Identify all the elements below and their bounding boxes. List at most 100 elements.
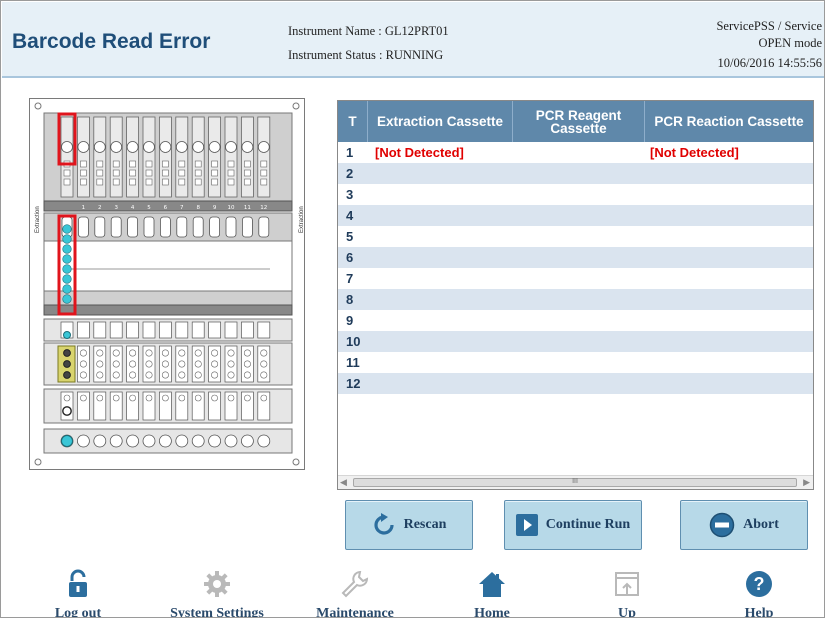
continue-run-button[interactable]: Continue Run [504, 500, 642, 550]
cell-t: 12 [346, 376, 361, 391]
nav-home-label: Home [474, 606, 510, 618]
nav-maintenance[interactable]: Maintenance [295, 559, 415, 617]
tip-hole [244, 169, 251, 177]
cassette-table[interactable]: T Extraction Cassette PCR Reagent Casset… [337, 100, 814, 490]
cell-reaction [650, 205, 810, 226]
cell-extraction [375, 163, 510, 184]
tip-hole [145, 160, 153, 168]
scroll-right-arrow-icon[interactable]: ▶ [803, 477, 810, 488]
cell-t: 2 [346, 166, 354, 181]
sample-tube [62, 274, 72, 284]
table-row[interactable]: 3 [338, 184, 813, 205]
reaction-ring [62, 406, 72, 416]
extraction-well [192, 216, 204, 238]
reaction-cap [208, 434, 222, 448]
table-row[interactable]: 5 [338, 226, 813, 247]
tip-hole [260, 160, 268, 168]
table-header: T Extraction Cassette PCR Reagent Casset… [338, 101, 813, 142]
table-row[interactable]: 4 [338, 205, 813, 226]
reagent-cell [93, 321, 107, 339]
rescan-button[interactable]: Rescan [345, 500, 473, 550]
cell-reaction: [Not Detected] [650, 145, 739, 160]
header: Barcode Read Error Instrument Name : GL1… [2, 2, 824, 78]
datetime: 10/06/2016 14:55:56 [717, 56, 822, 70]
gear-icon [204, 571, 230, 597]
reagent-cell [191, 321, 205, 339]
reaction-slot [175, 391, 189, 421]
tip-hole [112, 169, 120, 177]
reagent-dark-well [63, 349, 71, 357]
tip-hole [194, 178, 202, 186]
nav-up[interactable]: Up [567, 559, 687, 617]
lane-number: 12 [260, 205, 267, 211]
nav-logout[interactable]: Log out [18, 559, 138, 617]
sample-tube [62, 254, 72, 264]
tip-well [143, 141, 155, 153]
abort-button[interactable]: Abort [680, 500, 808, 550]
reagent-slot [241, 345, 254, 383]
cell-reagent [518, 268, 643, 289]
sample-tube [62, 284, 72, 294]
app-window: Barcode Read Error Instrument Name : GL1… [0, 0, 825, 618]
table-row[interactable]: 12 [338, 373, 813, 394]
table-row[interactable]: 7 [338, 268, 813, 289]
cell-extraction [375, 352, 510, 373]
extraction-well [159, 216, 171, 238]
column-header-extraction[interactable]: Extraction Cassette [368, 101, 513, 142]
reagent-slot [175, 345, 189, 383]
tip-hole [145, 178, 153, 186]
reaction-cap [109, 434, 123, 448]
cell-t: 3 [346, 187, 354, 202]
reaction-cap [257, 434, 271, 448]
table-row[interactable]: 2 [338, 163, 813, 184]
reagent-cell [241, 321, 254, 339]
horizontal-scrollbar[interactable]: ◀ III ▶ [338, 475, 813, 489]
sample-tube [62, 244, 72, 254]
table-row[interactable]: 10 [338, 331, 813, 352]
cell-reaction [650, 184, 810, 205]
reaction-cap [224, 434, 238, 448]
tip-hole [178, 169, 186, 177]
table-row[interactable]: 1 [Not Detected] [Not Detected] [338, 142, 813, 163]
scroll-left-arrow-icon[interactable]: ◀ [340, 477, 347, 488]
reagent-slot [191, 345, 205, 383]
sample-tube [62, 264, 72, 274]
help-icon: ? [746, 571, 772, 597]
tip-hole [194, 160, 202, 168]
abort-label: Abort [743, 517, 779, 532]
scroll-thumb[interactable]: III [353, 478, 797, 487]
reagent-slot [109, 345, 123, 383]
reagent-cell [142, 321, 156, 339]
table-row[interactable]: 11 [338, 352, 813, 373]
cell-t: 6 [346, 250, 354, 265]
tip-hole [96, 178, 104, 186]
reagent-slot [142, 345, 156, 383]
stop-circle-icon [709, 512, 735, 538]
nav-help[interactable]: ? Help [699, 559, 819, 617]
cell-extraction [375, 268, 510, 289]
reaction-cap [158, 434, 172, 448]
nav-home[interactable]: Home [432, 559, 552, 618]
extraction-well [127, 216, 138, 238]
tip-hole [129, 178, 136, 186]
lane-number: 11 [244, 205, 251, 211]
column-header-reaction[interactable]: PCR Reaction Cassette [645, 101, 813, 142]
table-row[interactable]: 8 [338, 289, 813, 310]
column-header-reagent[interactable]: PCR Reagent Cassette [513, 101, 645, 142]
reaction-slot [142, 391, 156, 421]
table-body: 1 [Not Detected] [Not Detected] 2 3 4 5 6 7 8 9 10 1… [338, 142, 813, 394]
cell-reaction [650, 226, 810, 247]
table-row[interactable]: 6 [338, 247, 813, 268]
reaction-slot [93, 391, 107, 421]
tip-hole [112, 160, 120, 168]
lane-number: 9 [213, 205, 217, 211]
table-row[interactable]: 9 [338, 310, 813, 331]
footer-nav: Log out System Settings Maintenance Home… [2, 559, 824, 618]
column-header-t[interactable]: T [338, 101, 368, 142]
tip-hole [63, 178, 71, 186]
reagent-slot [93, 345, 107, 383]
tip-hole [211, 160, 218, 168]
tip-well [61, 141, 73, 153]
nav-system-settings[interactable]: System Settings [157, 559, 277, 617]
unlock-icon [69, 569, 87, 597]
